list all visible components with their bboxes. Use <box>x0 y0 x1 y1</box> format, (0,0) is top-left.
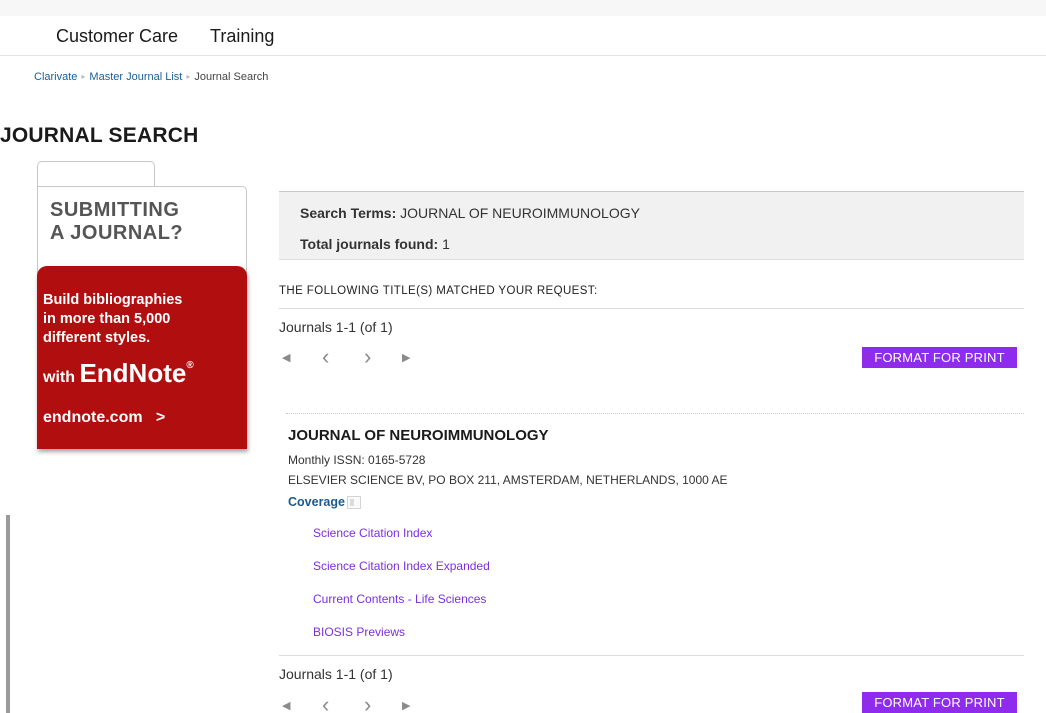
first-page-icon[interactable]: ◀ <box>282 699 290 712</box>
breadcrumb: Clarivate ▸ Master Journal List ▸ Journal Se… <box>34 71 268 83</box>
nav-training[interactable]: Training <box>210 26 274 47</box>
coverage-label[interactable]: Coverage <box>288 495 345 509</box>
breadcrumb-clarivate[interactable]: Clarivate <box>34 71 77 83</box>
ad-headline-line: A JOURNAL? <box>50 222 184 244</box>
results-count: Journals 1-1 (of 1) <box>279 319 393 335</box>
ad-headline: SUBMITTING A JOURNAL? <box>50 199 183 245</box>
search-terms: Search Terms: JOURNAL OF NEUROIMMUNOLOGY <box>300 205 640 221</box>
format-for-print-button-bottom[interactable]: FORMAT FOR PRINT <box>862 692 1017 713</box>
next-page-icon[interactable]: › <box>364 692 371 713</box>
last-page-icon[interactable]: ▶ <box>402 351 410 364</box>
ad-body-line: different styles. <box>43 330 151 346</box>
search-terms-value: JOURNAL OF NEUROIMMUNOLOGY <box>400 205 640 221</box>
breadcrumb-current: Journal Search <box>194 71 269 83</box>
left-divider <box>6 515 10 713</box>
ad-folder-tab <box>37 161 155 187</box>
prev-page-icon[interactable]: ‹ <box>322 344 329 370</box>
prev-page-icon[interactable]: ‹ <box>322 692 329 713</box>
nav-customer-care[interactable]: Customer Care <box>56 26 178 47</box>
results-count-bottom: Journals 1-1 (of 1) <box>279 666 393 682</box>
endnote-link[interactable]: endnote.com > <box>43 409 165 427</box>
journal-title: JOURNAL OF NEUROIMMUNOLOGY <box>288 427 549 444</box>
ad-headline-line: SUBMITTING <box>50 199 180 221</box>
divider <box>279 655 1024 656</box>
journal-issn: Monthly ISSN: 0165-5728 <box>288 453 426 467</box>
ad-brand-line: with EndNote® <box>43 358 194 389</box>
chevron-right-icon: > <box>155 409 166 426</box>
index-link[interactable]: Science Citation Index <box>313 526 432 540</box>
divider <box>279 308 1024 309</box>
total-found-label: Total journals found: <box>300 236 439 252</box>
top-nav: Customer Care Training <box>0 16 1046 56</box>
last-page-icon[interactable]: ▶ <box>402 699 410 712</box>
ad-body-line: in more than 5,000 <box>43 311 171 327</box>
breadcrumb-separator-icon: ▸ <box>186 72 191 81</box>
ad-with-text: with <box>43 369 75 386</box>
dotted-divider <box>286 413 1024 414</box>
next-page-icon[interactable]: › <box>364 344 371 370</box>
endnote-logo: EndNote <box>79 358 187 388</box>
search-terms-label: Search Terms: <box>300 205 397 221</box>
registered-mark: ® <box>186 360 194 371</box>
index-link[interactable]: BIOSIS Previews <box>313 625 405 639</box>
ad-body-text: Build bibliographies in more than 5,000 … <box>43 291 182 348</box>
ad-red-panel: Build bibliographies in more than 5,000 … <box>37 266 247 449</box>
top-strip <box>0 0 1046 16</box>
first-page-icon[interactable]: ◀ <box>282 351 290 364</box>
journal-publisher: ELSEVIER SCIENCE BV, PO BOX 211, AMSTERD… <box>288 473 728 487</box>
breadcrumb-master-journal-list[interactable]: Master Journal List <box>89 71 182 83</box>
breadcrumb-separator-icon: ▸ <box>81 72 86 81</box>
index-link[interactable]: Science Citation Index Expanded <box>313 559 490 573</box>
coverage-toggle-icon[interactable] <box>347 496 361 509</box>
total-found-value: 1 <box>442 236 450 252</box>
total-found: Total journals found: 1 <box>300 236 450 252</box>
ad-body-line: Build bibliographies <box>43 292 183 308</box>
index-link[interactable]: Current Contents - Life Sciences <box>313 592 486 606</box>
format-for-print-button[interactable]: FORMAT FOR PRINT <box>862 347 1017 368</box>
ad-link-text: endnote.com <box>43 409 143 426</box>
matched-heading: THE FOLLOWING TITLE(S) MATCHED YOUR REQU… <box>279 285 598 297</box>
endnote-ad[interactable]: SUBMITTING A JOURNAL? Build bibliographi… <box>37 161 249 453</box>
page-title: JOURNAL SEARCH <box>0 124 199 147</box>
search-summary: Search Terms: JOURNAL OF NEUROIMMUNOLOGY… <box>279 191 1024 260</box>
